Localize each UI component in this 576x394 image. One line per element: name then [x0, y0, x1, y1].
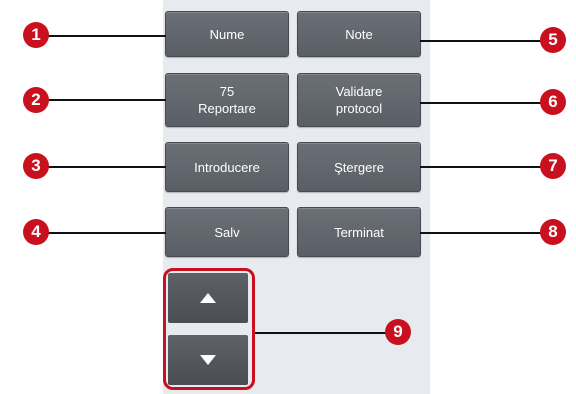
- callout-marker-8: 8: [540, 219, 566, 245]
- annotated-screenshot: Nume Note 75 Reportare Validare protocol…: [0, 0, 576, 394]
- callout-line-7: [420, 166, 548, 168]
- done-button[interactable]: Terminat: [297, 207, 421, 257]
- done-button-label: Terminat: [334, 224, 384, 240]
- save-button-label: Salv: [214, 224, 240, 240]
- validate-line1: Validare: [335, 84, 383, 99]
- callout-marker-9: 9: [385, 319, 411, 345]
- callout-line-4: [38, 232, 166, 234]
- callout-marker-7: 7: [540, 153, 566, 179]
- callout-line-9: [255, 332, 395, 334]
- carryover-text: Reportare: [198, 101, 256, 116]
- validate-line2: protocol: [335, 101, 383, 116]
- callout-marker-3: 3: [23, 153, 49, 179]
- validate-protocol-label: Validare protocol: [336, 83, 383, 117]
- callout-marker-1: 1: [23, 22, 49, 48]
- name-button[interactable]: Nume: [165, 11, 289, 57]
- insert-button[interactable]: Introducere: [165, 142, 289, 192]
- callout-line-1: [38, 35, 166, 37]
- insert-button-label: Introducere: [194, 159, 260, 175]
- validate-protocol-button[interactable]: Validare protocol: [297, 73, 421, 127]
- callout-line-8: [420, 232, 548, 234]
- carryover-button-label: 75 Reportare: [198, 83, 256, 117]
- delete-button[interactable]: Ştergere: [297, 142, 421, 192]
- callout-line-2: [40, 99, 166, 101]
- triangle-down-icon: [200, 355, 216, 365]
- callout-line-6: [420, 102, 548, 104]
- callout-marker-6: 6: [540, 89, 566, 115]
- callout-marker-4: 4: [23, 219, 49, 245]
- notes-button-label: Note: [345, 26, 373, 42]
- carryover-button[interactable]: 75 Reportare: [165, 73, 289, 127]
- triangle-up-icon: [200, 293, 216, 303]
- callout-marker-2: 2: [23, 87, 49, 113]
- scroll-up-button[interactable]: [168, 273, 248, 323]
- notes-button[interactable]: Note: [297, 11, 421, 57]
- scroll-down-button[interactable]: [168, 335, 248, 385]
- callout-line-3: [38, 166, 166, 168]
- callout-marker-5: 5: [540, 27, 566, 53]
- name-button-label: Nume: [209, 26, 245, 42]
- carryover-value: 75: [219, 84, 235, 99]
- delete-button-label: Ştergere: [334, 159, 384, 175]
- callout-line-5: [420, 40, 548, 42]
- save-button[interactable]: Salv: [165, 207, 289, 257]
